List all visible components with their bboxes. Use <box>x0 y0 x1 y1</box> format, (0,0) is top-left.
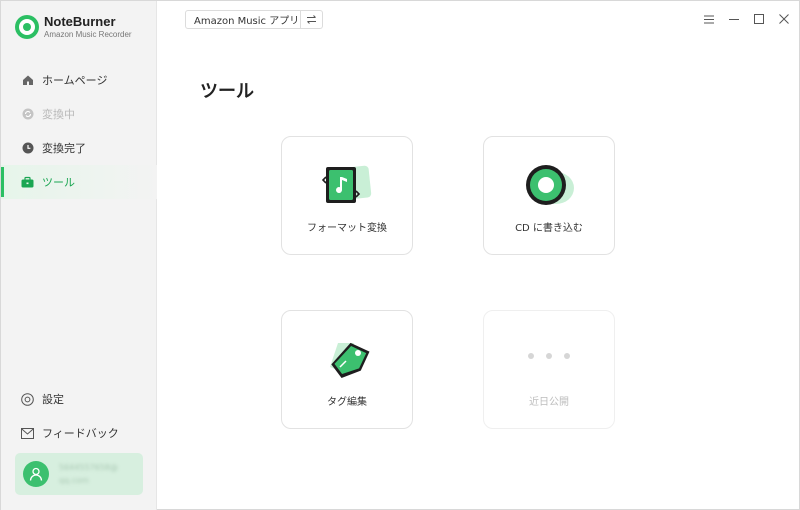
brand: NoteBurner Amazon Music Recorder <box>15 15 132 39</box>
clock-icon <box>21 142 34 155</box>
tool-label: CD に書き込む <box>515 223 583 234</box>
switch-source-button[interactable] <box>300 11 322 28</box>
sidebar-item-label: 設定 <box>42 393 64 406</box>
source-selector[interactable]: Amazon Music アプリ <box>185 10 323 29</box>
tool-label: タグ編集 <box>327 397 367 408</box>
user-email-line1: 5644557658@ <box>59 463 118 472</box>
swap-arrows-icon <box>307 15 317 24</box>
maximize-button[interactable] <box>746 12 771 26</box>
page-title: ツール <box>200 81 254 102</box>
sidebar-item-label: 変換中 <box>42 108 75 121</box>
sidebar-nav: ホームページ 変換中 変換完了 ツール <box>1 63 157 199</box>
user-account-card[interactable]: 5644557658@ qq.com <box>15 453 143 495</box>
avatar <box>23 461 49 487</box>
user-email-line2: qq.com <box>59 476 89 485</box>
sidebar-item-label: フィードバック <box>42 427 119 440</box>
user-icon <box>29 467 43 481</box>
sidebar: NoteBurner Amazon Music Recorder ホームページ … <box>1 1 157 510</box>
app-subtitle: Amazon Music Recorder <box>44 30 132 39</box>
sidebar-item-label: ツール <box>42 176 75 189</box>
sidebar-item-feedback[interactable]: フィードバック <box>1 416 157 450</box>
sidebar-item-label: ホームページ <box>42 74 108 87</box>
tag-edit-icon <box>322 337 374 383</box>
tool-card-cd-burn[interactable]: CD に書き込む <box>483 136 615 255</box>
maximize-icon <box>753 14 764 24</box>
gear-icon <box>21 392 34 406</box>
sync-icon <box>21 108 34 121</box>
format-convert-icon <box>321 163 374 209</box>
noteburner-logo-icon <box>15 15 39 39</box>
minimize-icon <box>728 18 739 20</box>
home-icon <box>21 74 34 87</box>
close-button[interactable] <box>771 12 796 26</box>
close-icon <box>778 14 789 24</box>
sidebar-bottom-nav: 設定 フィードバック <box>1 382 157 450</box>
hamburger-menu-icon <box>703 15 714 23</box>
tool-card-format-convert[interactable]: フォーマット変換 <box>281 136 413 255</box>
mail-icon <box>21 427 34 440</box>
cd-burn-icon <box>524 163 576 209</box>
tool-label: フォーマット変換 <box>307 223 387 234</box>
sidebar-item-tools[interactable]: ツール <box>1 165 157 199</box>
tool-label: 近日公開 <box>529 397 569 408</box>
sidebar-item-settings[interactable]: 設定 <box>1 382 157 416</box>
app-window: NoteBurner Amazon Music Recorder ホームページ … <box>0 0 800 510</box>
app-name: NoteBurner <box>44 14 116 29</box>
sidebar-item-home[interactable]: ホームページ <box>1 63 157 97</box>
source-label: Amazon Music アプリ <box>194 16 300 27</box>
minimize-button[interactable] <box>721 12 746 26</box>
more-dots-icon <box>484 353 614 359</box>
menu-button[interactable] <box>696 12 721 26</box>
sidebar-item-label: 変換完了 <box>42 142 86 155</box>
tool-card-coming-soon: 近日公開 <box>483 310 615 429</box>
sidebar-item-converted[interactable]: 変換完了 <box>1 131 157 165</box>
sidebar-item-converting[interactable]: 変換中 <box>1 97 157 131</box>
toolbox-icon <box>21 176 34 189</box>
window-controls <box>696 12 796 26</box>
tool-card-tag-edit[interactable]: タグ編集 <box>281 310 413 429</box>
